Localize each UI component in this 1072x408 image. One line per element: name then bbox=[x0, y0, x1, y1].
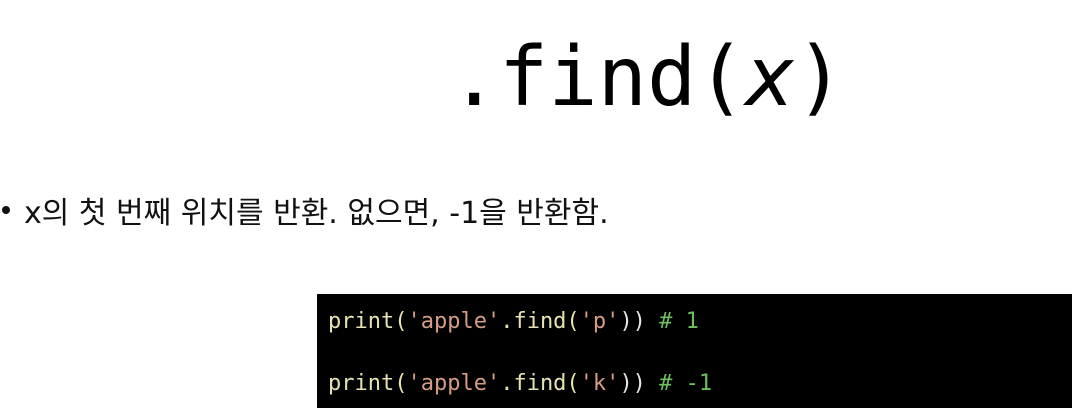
code-paren-token: )) bbox=[619, 371, 646, 396]
code-line: print('apple'.find('p')) # 1 bbox=[328, 302, 1072, 342]
code-method-token: .find( bbox=[500, 309, 580, 334]
code-string-token: 'apple' bbox=[407, 309, 501, 334]
code-function-token: print( bbox=[328, 371, 408, 396]
title-argument: x bbox=[745, 30, 796, 125]
code-comment-token: # 1 bbox=[645, 309, 699, 334]
code-string-token: 'k' bbox=[579, 371, 620, 396]
code-line: print('apple'.find('k')) # -1 bbox=[328, 364, 1072, 404]
code-comment-token: # -1 bbox=[645, 371, 713, 396]
title-prefix: .find( bbox=[449, 30, 746, 125]
code-string-token: 'p' bbox=[579, 309, 620, 334]
code-paren-token: )) bbox=[619, 309, 646, 334]
slide-title: .find(x) bbox=[0, 28, 1072, 128]
bullet-item: x의 첫 번째 위치를 반환. 없으면, -1을 반환함. bbox=[0, 188, 609, 232]
bullet-text: x의 첫 번째 위치를 반환. 없으면, -1을 반환함. bbox=[24, 196, 609, 231]
code-method-token: .find( bbox=[500, 371, 580, 396]
bullet-dot-icon bbox=[2, 206, 10, 214]
title-suffix: ) bbox=[795, 30, 845, 125]
code-block: print('apple'.find('p')) # 1 print('appl… bbox=[317, 294, 1072, 408]
code-function-token: print( bbox=[328, 309, 408, 334]
code-string-token: 'apple' bbox=[407, 371, 501, 396]
